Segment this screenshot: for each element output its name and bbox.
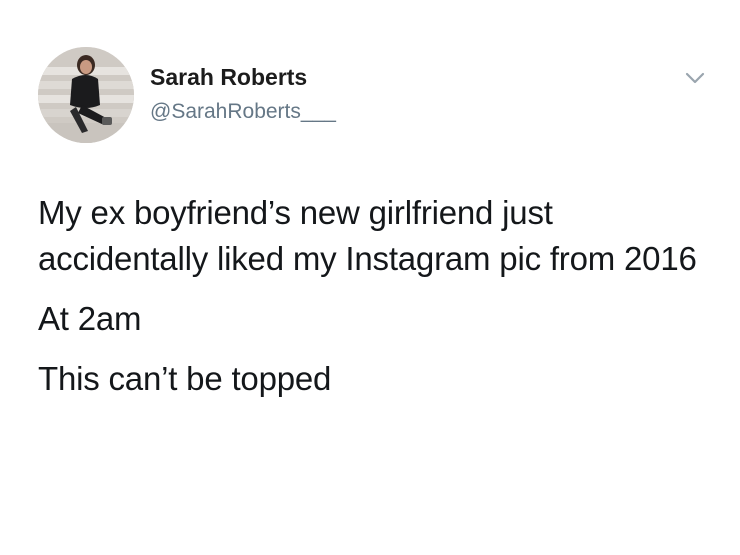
chevron-down-icon[interactable]	[682, 68, 708, 88]
tweet-paragraph: My ex boyfriend’s new girlfriend just ac…	[38, 194, 697, 277]
tweet-card: Sarah Roberts @SarahRoberts___ My ex boy…	[0, 0, 740, 555]
author-handle[interactable]: @SarahRoberts___	[150, 100, 336, 124]
author-display-name[interactable]: Sarah Roberts	[150, 64, 307, 91]
avatar[interactable]	[38, 47, 134, 143]
avatar-photo	[38, 47, 134, 143]
tweet-paragraph: At 2am	[38, 300, 142, 337]
tweet-text: My ex boyfriend’s new girlfriend just ac…	[38, 190, 718, 402]
tweet-paragraph: This can’t be topped	[38, 360, 332, 397]
